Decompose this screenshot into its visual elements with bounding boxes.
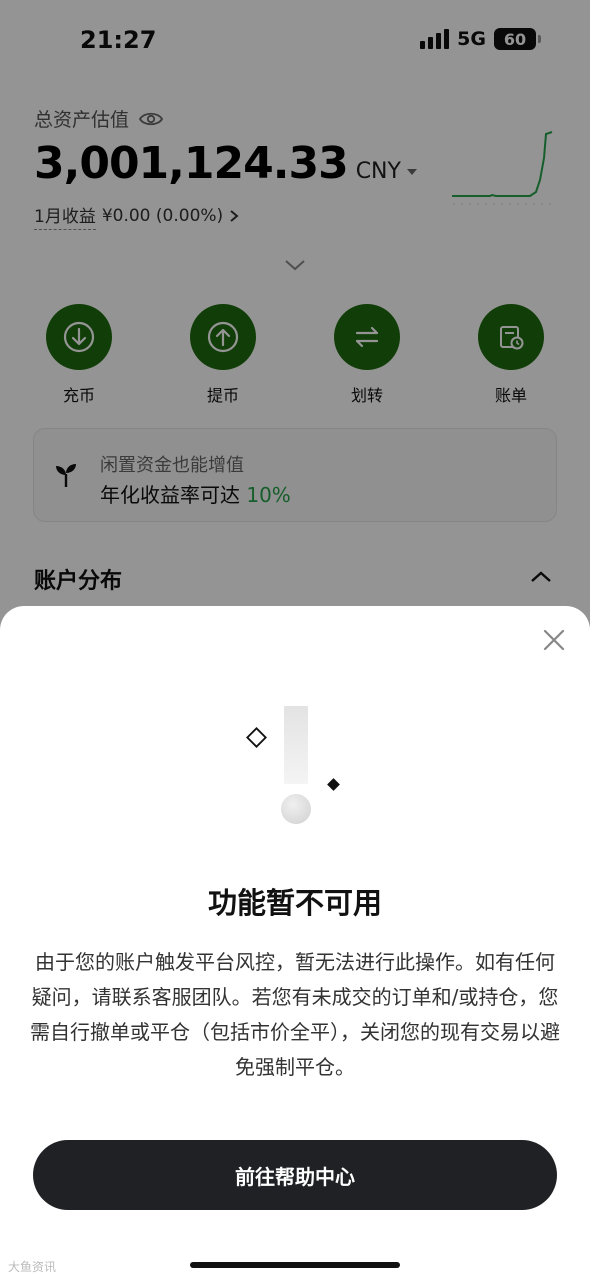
warning-exclamation-icon (246, 706, 340, 824)
close-icon[interactable] (538, 624, 570, 656)
modal-title: 功能暂不可用 (207, 886, 382, 920)
watermark: 大鱼资讯 (8, 1260, 57, 1274)
home-indicator (190, 1262, 400, 1268)
modal-body: 由于您的账户触发平台风控，暂无法进行此操作。如有任何疑问，请联系客服团队。若您有… (30, 950, 560, 1079)
help-center-button[interactable]: 前往帮助中心 (33, 1140, 557, 1210)
